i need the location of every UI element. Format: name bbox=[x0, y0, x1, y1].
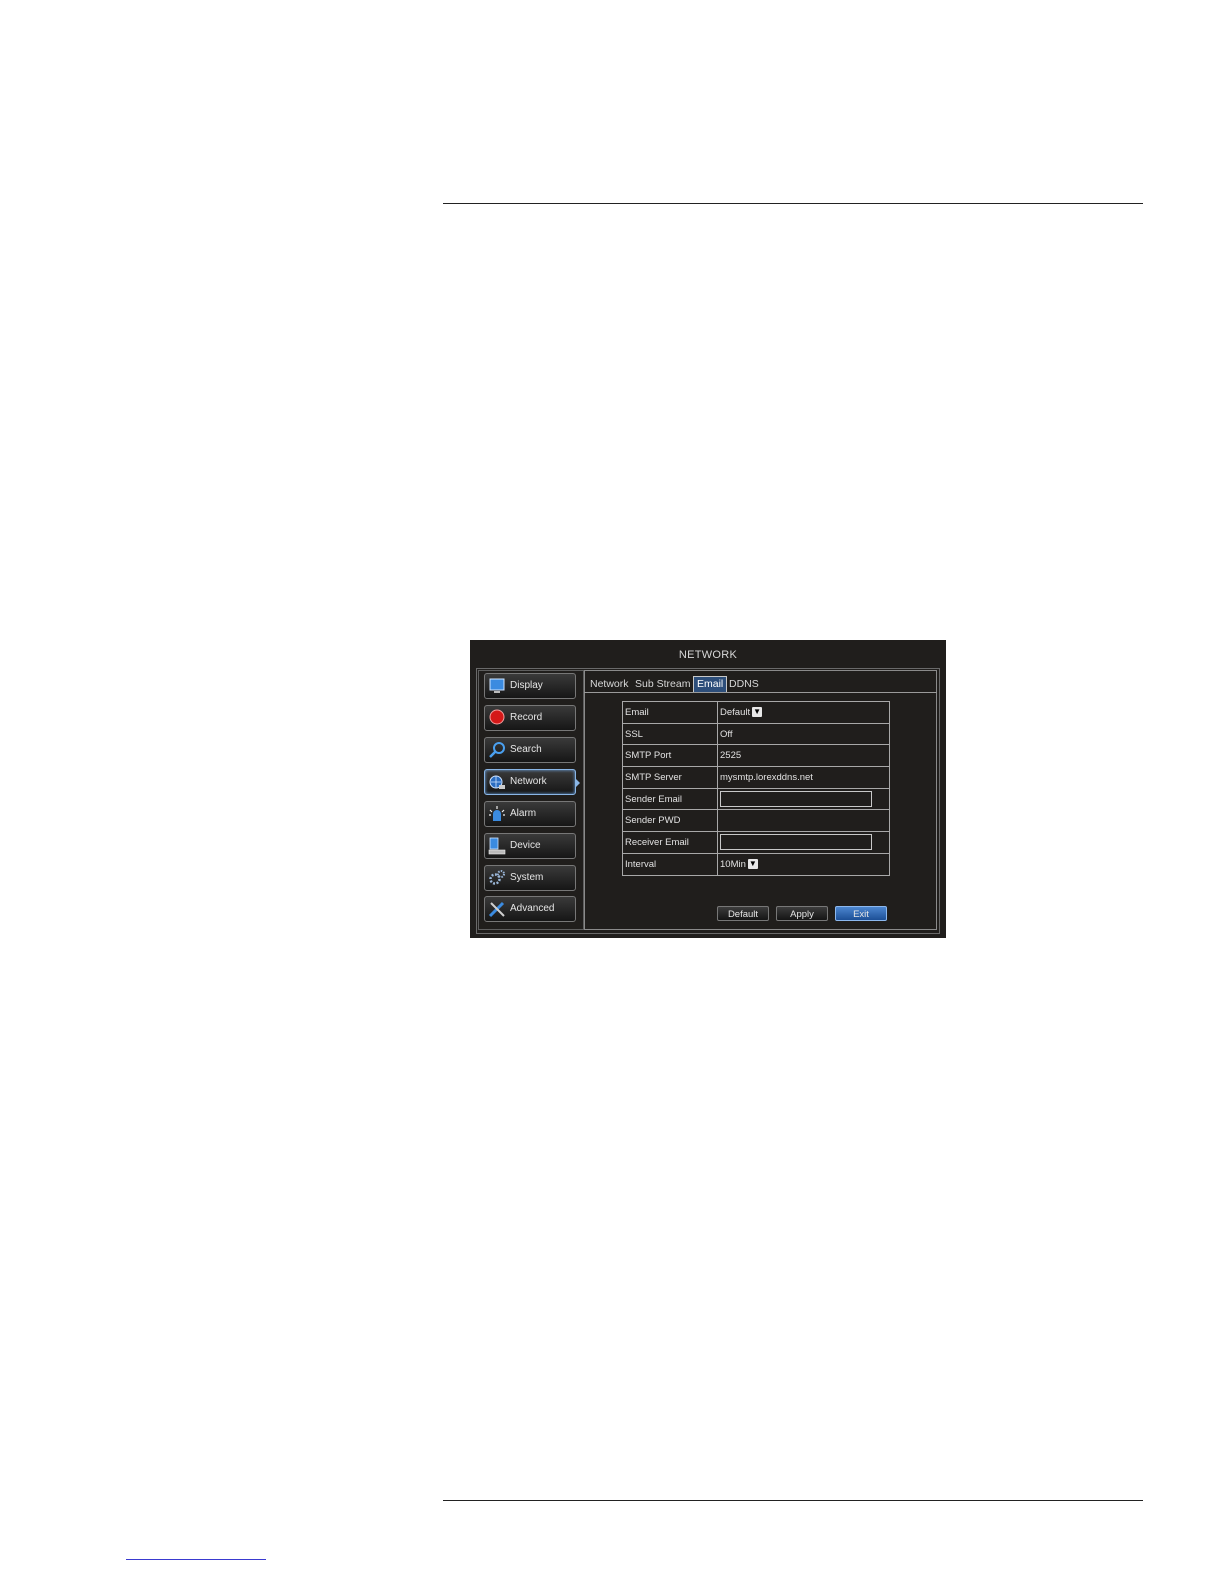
sidebar-item-display[interactable]: Display bbox=[484, 673, 576, 699]
default-button[interactable]: Default bbox=[717, 906, 769, 921]
sender-pwd-field[interactable] bbox=[717, 809, 890, 833]
footer-rule bbox=[443, 1500, 1143, 1501]
chevron-down-icon: ▼ bbox=[752, 707, 763, 718]
active-indicator bbox=[575, 778, 580, 788]
sidebar-item-network[interactable]: Network bbox=[484, 769, 580, 795]
sidebar-item-label: Search bbox=[510, 744, 542, 755]
table-row: Receiver Email bbox=[622, 831, 890, 854]
email-select[interactable]: Default ▼ bbox=[720, 706, 763, 718]
row-label: Sender PWD bbox=[622, 809, 718, 833]
sidebar-item-label: Record bbox=[510, 712, 543, 723]
search-icon bbox=[489, 742, 505, 758]
apply-button[interactable]: Apply bbox=[776, 906, 828, 921]
record-icon bbox=[489, 709, 505, 725]
smtp-port-field[interactable]: 2525 bbox=[717, 744, 890, 768]
sidebar-item-label: Alarm bbox=[510, 808, 537, 819]
smtp-server-field[interactable]: mysmtp.lorexddns.net bbox=[717, 766, 890, 789]
network-icon bbox=[489, 775, 505, 789]
email-select-cell: Default ▼ bbox=[717, 701, 890, 724]
row-label: SMTP Server bbox=[622, 766, 718, 789]
tools-icon bbox=[488, 901, 505, 918]
row-label: Sender Email bbox=[622, 787, 718, 811]
sender-email-cell bbox=[717, 787, 890, 811]
table-row: Interval 10Min ▼ bbox=[622, 852, 890, 876]
table-row: SMTP Port 2525 bbox=[622, 744, 890, 768]
table-row: SMTP Server mysmtp.lorexddns.net bbox=[622, 766, 890, 789]
sidebar-item-label: Network bbox=[510, 776, 547, 787]
tab-network[interactable]: Network bbox=[587, 676, 632, 692]
sidebar-item-system[interactable]: System bbox=[484, 865, 576, 891]
exit-button[interactable]: Exit bbox=[835, 906, 887, 921]
interval-select-value: 10Min bbox=[720, 858, 746, 870]
gear-icon bbox=[489, 870, 505, 885]
sender-email-field[interactable] bbox=[720, 791, 872, 808]
email-select-value: Default bbox=[720, 706, 751, 718]
interval-select-cell: 10Min ▼ bbox=[717, 852, 890, 876]
row-label: Interval bbox=[622, 852, 718, 876]
sidebar-item-label: Advanced bbox=[510, 903, 555, 914]
sidebar-item-label: Device bbox=[510, 840, 541, 851]
table-row: SSL Off bbox=[622, 722, 890, 746]
row-label: Receiver Email bbox=[622, 831, 718, 854]
monitor-icon bbox=[489, 678, 505, 693]
sidebar-item-label: System bbox=[510, 872, 544, 883]
row-label: SSL bbox=[622, 722, 718, 746]
sidebar-item-record[interactable]: Record bbox=[484, 705, 576, 731]
row-label: Email bbox=[622, 701, 718, 724]
device-icon bbox=[488, 837, 506, 855]
sidebar-item-search[interactable]: Search bbox=[484, 737, 576, 763]
receiver-email-field[interactable] bbox=[720, 834, 872, 851]
alarm-icon bbox=[489, 806, 505, 821]
window-title: NETWORK bbox=[678, 649, 738, 661]
receiver-email-cell bbox=[717, 831, 890, 854]
tab-ddns[interactable]: DDNS bbox=[726, 676, 762, 692]
tab-divider bbox=[584, 692, 937, 693]
tab-email[interactable]: Email bbox=[693, 676, 728, 692]
table-row: Sender PWD bbox=[622, 809, 890, 833]
interval-select[interactable]: 10Min ▼ bbox=[720, 859, 758, 870]
table-row: Sender Email bbox=[622, 787, 890, 811]
sidebar-item-alarm[interactable]: Alarm bbox=[484, 801, 576, 827]
tab-sub-stream[interactable]: Sub Stream bbox=[632, 676, 693, 692]
row-label: SMTP Port bbox=[622, 744, 718, 768]
header-rule bbox=[443, 203, 1143, 204]
email-settings-table: Email Default ▼ SSL Off SMTP Port 2525 S… bbox=[622, 701, 890, 876]
sidebar-item-device[interactable]: Device bbox=[484, 833, 576, 859]
sidebar-item-label: Display bbox=[510, 680, 543, 691]
chevron-down-icon: ▼ bbox=[747, 859, 758, 870]
ssl-value[interactable]: Off bbox=[717, 722, 890, 746]
table-row: Email Default ▼ bbox=[622, 701, 890, 724]
sidebar-item-advanced[interactable]: Advanced bbox=[484, 896, 576, 922]
network-settings-window: NETWORK Display Record Search Network Al… bbox=[470, 640, 946, 938]
footer-link-underline[interactable] bbox=[126, 1559, 266, 1560]
